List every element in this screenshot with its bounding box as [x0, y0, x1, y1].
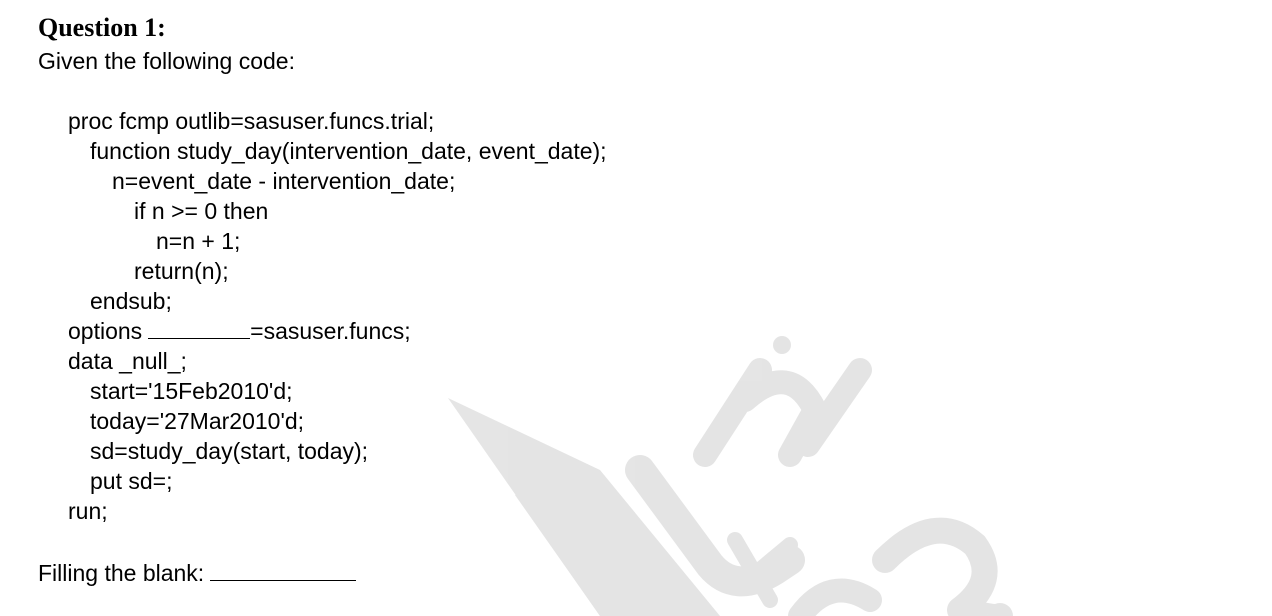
code-line: endsub; — [90, 288, 172, 314]
document-page: Question 1: Given the following code: pr… — [0, 0, 1272, 616]
question-title: Question 1: — [38, 13, 166, 42]
code-line: n=n + 1; — [156, 228, 241, 254]
code-line: start='15Feb2010'd; — [90, 378, 293, 404]
code-line: if n >= 0 then — [134, 198, 269, 224]
code-block: proc fcmp outlib=sasuser.funcs.trial; fu… — [0, 106, 607, 526]
code-line: run; — [68, 498, 108, 524]
code-blank — [148, 316, 251, 339]
answer-blank — [210, 558, 357, 581]
code-line: put sd=; — [90, 468, 173, 494]
watermark-letter-f — [727, 532, 798, 608]
options-keyword: options — [68, 318, 143, 344]
code-line: today='27Mar2010'd; — [90, 408, 305, 434]
watermark-letter-u — [625, 455, 805, 597]
code-line: return(n); — [134, 258, 229, 284]
watermark-digit-2 — [788, 578, 882, 616]
code-line: function study_day(intervention_date, ev… — [90, 138, 607, 164]
watermark-digit-3 — [872, 517, 1013, 616]
watermark-letter-n — [693, 358, 829, 467]
answer-label: Filling the blank: — [38, 560, 205, 586]
answer-row: Filling the blank: — [38, 558, 357, 588]
watermark-letter-i — [796, 358, 872, 457]
code-line: proc fcmp outlib=sasuser.funcs.trial; — [68, 108, 435, 134]
question-intro: Given the following code: — [38, 48, 295, 74]
options-value: =sasuser.funcs; — [250, 318, 411, 344]
watermark-letter-i-dot — [773, 336, 791, 354]
code-line: sd=study_day(start, today); — [90, 438, 369, 464]
code-line: data _null_; — [68, 348, 187, 374]
code-line: n=event_date - intervention_date; — [112, 168, 456, 194]
code-line-options: options =sasuser.funcs; — [0, 316, 607, 346]
